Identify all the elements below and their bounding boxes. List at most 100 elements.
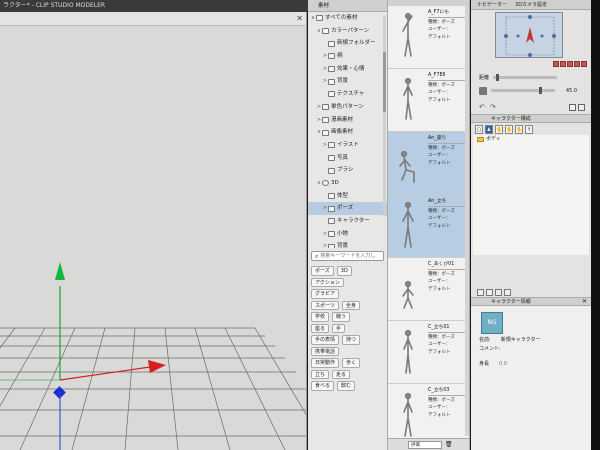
hand-tool-icon[interactable]: ✋ [505, 124, 513, 134]
tag-button[interactable]: グラビア [311, 289, 340, 299]
copy-icon[interactable] [495, 289, 502, 296]
material-info: C_立ち01 種類：ポーズ ユーザー： デフォルト [428, 321, 469, 383]
tree-item[interactable]: > ポーズ [308, 202, 387, 215]
navigator-preview[interactable] [495, 12, 563, 58]
tag-button[interactable]: 立ち [311, 369, 330, 379]
tree-item-label: 画像素材 [331, 129, 354, 136]
redo-icon[interactable]: ↷ [490, 103, 496, 111]
slider-knob[interactable] [496, 74, 500, 81]
tag-button[interactable]: ポーズ [311, 266, 334, 276]
height-value[interactable]: 0.0 [499, 360, 507, 369]
tree-item[interactable]: ∨ 画像素材 [308, 126, 387, 139]
undo-row: ↶ ↷ [471, 102, 591, 112]
tree-item[interactable]: テクスチャ [308, 88, 387, 101]
material-item[interactable]: C_立ち01 種類：ポーズ ユーザー： デフォルト [388, 321, 469, 384]
scrollbar-track[interactable] [465, 6, 469, 436]
trash-icon[interactable]: 🗑 [445, 441, 453, 448]
camera-preset-button[interactable] [567, 61, 573, 67]
tag-button[interactable]: 持つ [342, 335, 361, 345]
tag-button[interactable]: アクション [311, 277, 344, 287]
camera-preset-button[interactable] [553, 61, 559, 67]
close-icon[interactable]: ✕ [582, 298, 587, 306]
sort-select[interactable]: 評価 [408, 440, 442, 449]
delete-icon[interactable] [504, 289, 511, 296]
tag-button[interactable]: 食べる [311, 381, 335, 391]
hand-tool-icon[interactable]: ✋ [515, 124, 523, 134]
material-item[interactable]: An_座り 種類：ポーズ ユーザー： デフォルト [388, 132, 469, 195]
layer-list[interactable]: ボディ [473, 135, 589, 255]
layer-item[interactable]: ボディ [473, 135, 589, 144]
pose-thumbnail [388, 321, 428, 383]
tab-3d-camera[interactable]: 3Dカメラ設定 [515, 1, 547, 8]
scrollbar-track[interactable] [383, 16, 386, 216]
slider-knob[interactable] [538, 87, 542, 94]
add-icon[interactable] [477, 289, 484, 296]
tree-item[interactable]: > 柄 [308, 50, 387, 63]
layer-option-icon[interactable] [578, 103, 585, 111]
tag-button[interactable]: 手の表情 [311, 335, 340, 345]
tag-button[interactable]: 全身 [341, 300, 360, 310]
arrow-up-icon[interactable]: ↑ [525, 124, 533, 134]
tag-button[interactable]: 走る [332, 369, 351, 379]
tree-item[interactable]: > 背景 [308, 75, 387, 88]
tree-item[interactable]: キャラクター [308, 215, 387, 228]
scrollbar-thumb[interactable] [383, 52, 386, 112]
camera-preset-button[interactable] [581, 61, 587, 67]
tree-item[interactable]: 新規フォルダー [308, 37, 387, 50]
camera-preset-button[interactable] [560, 61, 566, 67]
character-toolbar [471, 288, 591, 297]
angle-value[interactable]: 45.0 [559, 88, 577, 94]
name-value[interactable]: 新規キャラクター [501, 336, 541, 345]
3d-viewport[interactable]: ✕ [0, 12, 307, 450]
viewport-canvas[interactable] [0, 26, 306, 450]
tag-button[interactable]: 歩く [342, 358, 361, 368]
angle-row: 45.0 [471, 85, 591, 96]
tag-button[interactable]: 飲む [337, 381, 356, 391]
material-item[interactable]: A_F7にも 種類：ポーズ ユーザー： デフォルト [388, 6, 469, 69]
tag-button[interactable]: 学校 [311, 312, 330, 322]
material-item[interactable]: A_F7E6 種類：ポーズ ユーザー： デフォルト [388, 69, 469, 132]
body-tool-icon[interactable]: ♟ [485, 124, 493, 134]
undo-icon[interactable]: ↶ [479, 103, 485, 111]
tree-item[interactable]: > 単色パターン [308, 101, 387, 114]
tree-item[interactable]: > 漫画素材 [308, 114, 387, 127]
tag-button[interactable]: 日常動作 [311, 358, 340, 368]
search-input[interactable]: ⌕ 検索キーワードを入力し [311, 251, 384, 261]
zoom-slider[interactable] [493, 74, 558, 81]
tree-item[interactable]: ∨ 3D [308, 177, 387, 190]
tree-item[interactable]: ブラシ [308, 164, 387, 177]
tree-item-label: キャラクター [337, 218, 370, 224]
tag-button[interactable]: スポーツ [311, 300, 339, 310]
tree-item[interactable]: ∨ すべての素材 [308, 12, 387, 25]
viewport-tab: ✕ [0, 12, 306, 26]
tree-item-label: ブラシ [337, 167, 354, 174]
tree-item[interactable]: > 背景 [308, 240, 387, 248]
tree-item-label: 背景 [337, 78, 349, 85]
tag-button[interactable]: 手 [332, 323, 346, 333]
material-note: デフォルト [428, 97, 451, 103]
tag-button[interactable]: 携帯電話 [311, 346, 340, 356]
folder-icon[interactable] [486, 289, 493, 296]
material-tree[interactable]: ∨ すべての素材 ∨ カラーパターン 新規フォルダー > 柄 > 効果・心情 > 背景 テクスチャ > 単… [308, 12, 387, 248]
layer-option-icon[interactable] [569, 103, 576, 111]
tab-navigator[interactable]: ナビゲーター [477, 1, 507, 8]
material-note: デフォルト [428, 223, 451, 229]
tag-row: 座る手 [311, 323, 385, 333]
select-tool-icon[interactable]: ▢ [475, 124, 483, 134]
tree-item[interactable]: > イラスト [308, 139, 387, 152]
tree-item[interactable]: > 効果・心情 [308, 63, 387, 76]
close-icon[interactable]: ✕ [296, 14, 303, 23]
hand-tool-icon[interactable]: ✋ [495, 124, 503, 134]
material-item[interactable]: An_立ち 種類：ポーズ ユーザー： デフォルト [388, 195, 469, 258]
tag-button[interactable]: 戦う [332, 312, 351, 322]
material-item[interactable]: C_あくび01 種類：ポーズ ユーザー： デフォルト [388, 258, 469, 321]
tag-button[interactable]: 座る [311, 323, 330, 333]
tree-item[interactable]: 体型 [308, 190, 387, 203]
tree-item[interactable]: ∨ カラーパターン [308, 25, 387, 38]
tree-item[interactable]: 写真 [308, 152, 387, 165]
angle-slider[interactable] [491, 87, 555, 94]
camera-preset-button[interactable] [574, 61, 580, 67]
tree-item[interactable]: > 小物 [308, 228, 387, 241]
tag-button[interactable]: 3D [336, 266, 352, 276]
material-name: C_立ち01 [428, 324, 469, 333]
